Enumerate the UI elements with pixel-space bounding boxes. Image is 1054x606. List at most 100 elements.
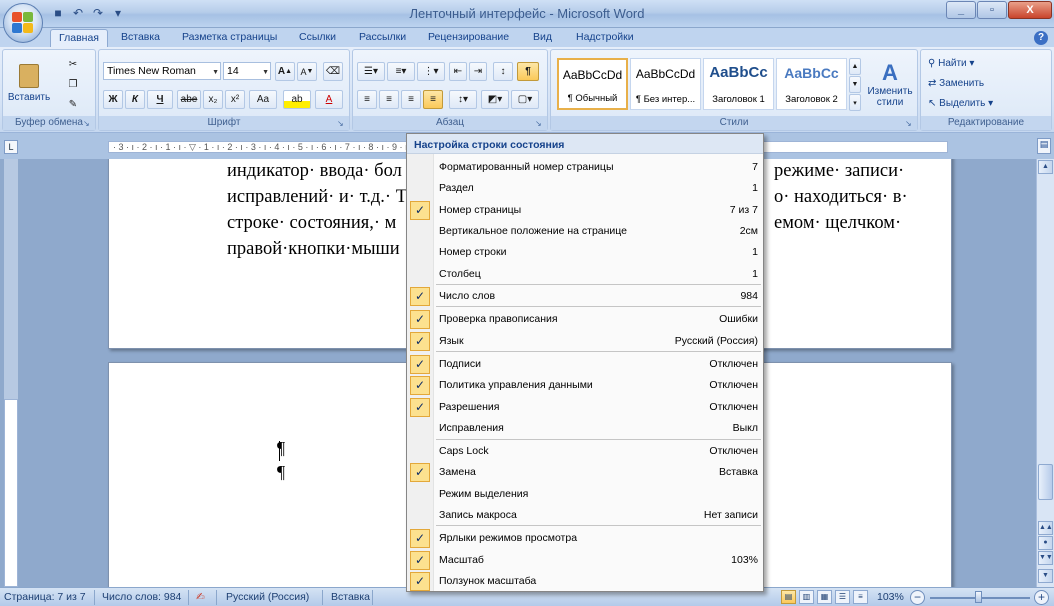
menu-item[interactable]: Caps Lock Отключен bbox=[407, 441, 763, 462]
dialog-launcher-icon[interactable]: ↘ bbox=[535, 119, 544, 128]
vertical-scrollbar[interactable]: ▲ ▲▲ ● ▼▼ ▼ bbox=[1036, 159, 1054, 587]
cut-icon[interactable]: ✂ bbox=[63, 56, 83, 72]
zoom-slider-thumb[interactable] bbox=[975, 591, 982, 603]
copy-icon[interactable]: ❐ bbox=[63, 76, 83, 92]
zoom-in-icon[interactable]: + bbox=[1034, 590, 1049, 605]
multilevel-list-icon[interactable]: ⋮▾ bbox=[417, 62, 445, 81]
dialog-launcher-icon[interactable]: ↘ bbox=[905, 119, 914, 128]
clear-formatting-icon[interactable]: ⌫ bbox=[323, 62, 343, 81]
menu-item[interactable]: ✓ Номер страницы 7 из 7 bbox=[407, 200, 763, 221]
proofing-icon[interactable]: ✍ bbox=[196, 591, 205, 603]
vertical-ruler[interactable] bbox=[4, 159, 18, 587]
justify-icon[interactable]: ≡ bbox=[423, 90, 443, 109]
dialog-launcher-icon[interactable]: ↘ bbox=[337, 119, 346, 128]
menu-item[interactable]: ✓ Проверка правописания Ошибки bbox=[407, 309, 763, 330]
change-styles-button[interactable]: A Изменить стили bbox=[865, 54, 915, 114]
zoom-level[interactable]: 103% bbox=[877, 591, 904, 603]
dialog-launcher-icon[interactable]: ↘ bbox=[83, 119, 92, 128]
print-layout-view-icon[interactable]: ▤ bbox=[781, 590, 796, 604]
styles-more-icon[interactable]: ▾ bbox=[849, 94, 861, 111]
tab-selector[interactable]: L bbox=[4, 140, 18, 154]
zoom-out-icon[interactable]: − bbox=[910, 590, 925, 605]
menu-item[interactable]: ✓ Подписи Отключен bbox=[407, 354, 763, 375]
tab-addins[interactable]: Надстройки bbox=[576, 31, 634, 43]
paste-button[interactable]: Вставить bbox=[8, 54, 50, 112]
status-insert-mode[interactable]: Вставка bbox=[331, 591, 370, 603]
select-button[interactable]: ↖ Выделить ▾ bbox=[927, 94, 994, 113]
subscript-button[interactable]: x₂ bbox=[203, 90, 223, 109]
office-button[interactable] bbox=[3, 3, 43, 43]
font-color-button[interactable]: A bbox=[315, 90, 343, 109]
strikethrough-button[interactable]: abe bbox=[177, 90, 201, 109]
menu-item[interactable]: ✓ Ползунок масштаба bbox=[407, 571, 763, 592]
tab-view[interactable]: Вид bbox=[533, 31, 552, 43]
sort-icon[interactable]: ↕ bbox=[493, 62, 513, 81]
previous-page-icon[interactable]: ▲▲ bbox=[1038, 521, 1053, 535]
close-button[interactable]: X bbox=[1008, 1, 1052, 19]
font-family-combo[interactable]: Times New Roman ▼ bbox=[103, 62, 221, 80]
grow-font-button[interactable]: A ▲ bbox=[275, 62, 295, 81]
highlight-button[interactable]: ab bbox=[283, 90, 311, 109]
shading-icon[interactable]: ◩▾ bbox=[481, 90, 509, 109]
menu-item[interactable]: ✓ Число слов 984 bbox=[407, 286, 763, 307]
style-heading-2[interactable]: AaBbCc Заголовок 2 bbox=[776, 58, 847, 110]
show-formatting-button[interactable]: ¶ bbox=[517, 62, 539, 81]
scroll-up-icon[interactable]: ▲ bbox=[1038, 160, 1053, 174]
view-ruler-icon[interactable]: ▤ bbox=[1037, 138, 1051, 154]
tab-insert[interactable]: Вставка bbox=[121, 31, 160, 43]
help-icon[interactable]: ? bbox=[1034, 31, 1048, 45]
minimize-button[interactable]: _ bbox=[946, 1, 976, 19]
numbering-icon[interactable]: ≡▾ bbox=[387, 62, 415, 81]
font-size-combo[interactable]: 14 ▼ bbox=[223, 62, 271, 80]
underline-button[interactable]: Ч bbox=[147, 90, 173, 109]
borders-icon[interactable]: ▢▾ bbox=[511, 90, 539, 109]
tab-home[interactable]: Главная bbox=[50, 29, 108, 47]
superscript-button[interactable]: x² bbox=[225, 90, 245, 109]
menu-item[interactable]: ✓ Язык Русский (Россия) bbox=[407, 331, 763, 352]
menu-item[interactable]: ✓ Замена Вставка bbox=[407, 462, 763, 483]
replace-button[interactable]: ⇄ Заменить bbox=[927, 74, 985, 93]
style-heading-1[interactable]: AaBbCc Заголовок 1 bbox=[703, 58, 774, 110]
menu-item[interactable]: ✓ Разрешения Отключен bbox=[407, 397, 763, 418]
outline-view-icon[interactable]: ☰ bbox=[835, 590, 850, 604]
tab-references[interactable]: Ссылки bbox=[299, 31, 336, 43]
line-spacing-icon[interactable]: ↕▾ bbox=[449, 90, 477, 109]
menu-item[interactable]: Вертикальное положение на странице 2см bbox=[407, 221, 763, 242]
tab-mailings[interactable]: Рассылки bbox=[359, 31, 406, 43]
menu-item[interactable]: Столбец 1 bbox=[407, 264, 763, 285]
browse-object-icon[interactable]: ● bbox=[1038, 536, 1053, 550]
align-right-icon[interactable]: ≡ bbox=[401, 90, 421, 109]
shrink-font-button[interactable]: A ▼ bbox=[297, 62, 317, 81]
status-words[interactable]: Число слов: 984 bbox=[102, 591, 181, 603]
menu-item[interactable]: ✓ Масштаб 103% bbox=[407, 550, 763, 571]
align-left-icon[interactable]: ≡ bbox=[357, 90, 377, 109]
full-screen-reading-icon[interactable]: ▥ bbox=[799, 590, 814, 604]
italic-button[interactable]: К bbox=[125, 90, 145, 109]
scrollbar-thumb[interactable] bbox=[1038, 464, 1053, 500]
align-center-icon[interactable]: ≡ bbox=[379, 90, 399, 109]
menu-item[interactable]: ✓ Ярлыки режимов просмотра bbox=[407, 528, 763, 549]
change-case-button[interactable]: Aa bbox=[249, 90, 277, 109]
decrease-indent-icon[interactable]: ⇤ bbox=[449, 62, 467, 81]
styles-scroll-down-icon[interactable]: ▼ bbox=[849, 76, 861, 93]
tab-review[interactable]: Рецензирование bbox=[428, 31, 509, 43]
menu-item[interactable]: Исправления Выкл bbox=[407, 418, 763, 439]
menu-item[interactable]: Режим выделения bbox=[407, 484, 763, 505]
increase-indent-icon[interactable]: ⇥ bbox=[469, 62, 487, 81]
status-language[interactable]: Русский (Россия) bbox=[226, 591, 309, 603]
scroll-down-icon[interactable]: ▼ bbox=[1038, 569, 1053, 583]
draft-view-icon[interactable]: ≡ bbox=[853, 590, 868, 604]
maximize-button[interactable]: ▫ bbox=[977, 1, 1007, 19]
style-normal[interactable]: AaBbCcDd ¶ Обычный bbox=[557, 58, 628, 110]
bold-button[interactable]: Ж bbox=[103, 90, 123, 109]
web-layout-icon[interactable]: ▦ bbox=[817, 590, 832, 604]
bullets-icon[interactable]: ☰▾ bbox=[357, 62, 385, 81]
menu-item[interactable]: Форматированный номер страницы 7 bbox=[407, 157, 763, 178]
menu-item[interactable]: ✓ Политика управления данными Отключен bbox=[407, 375, 763, 396]
style-no-spacing[interactable]: AaBbCcDd ¶ Без интер... bbox=[630, 58, 701, 110]
styles-scroll-up-icon[interactable]: ▲ bbox=[849, 58, 861, 75]
find-button[interactable]: ⚲ Найти ▾ bbox=[927, 54, 975, 73]
format-painter-icon[interactable]: ✎ bbox=[63, 96, 83, 112]
tab-page-layout[interactable]: Разметка страницы bbox=[182, 31, 277, 43]
menu-item[interactable]: Раздел 1 bbox=[407, 178, 763, 199]
